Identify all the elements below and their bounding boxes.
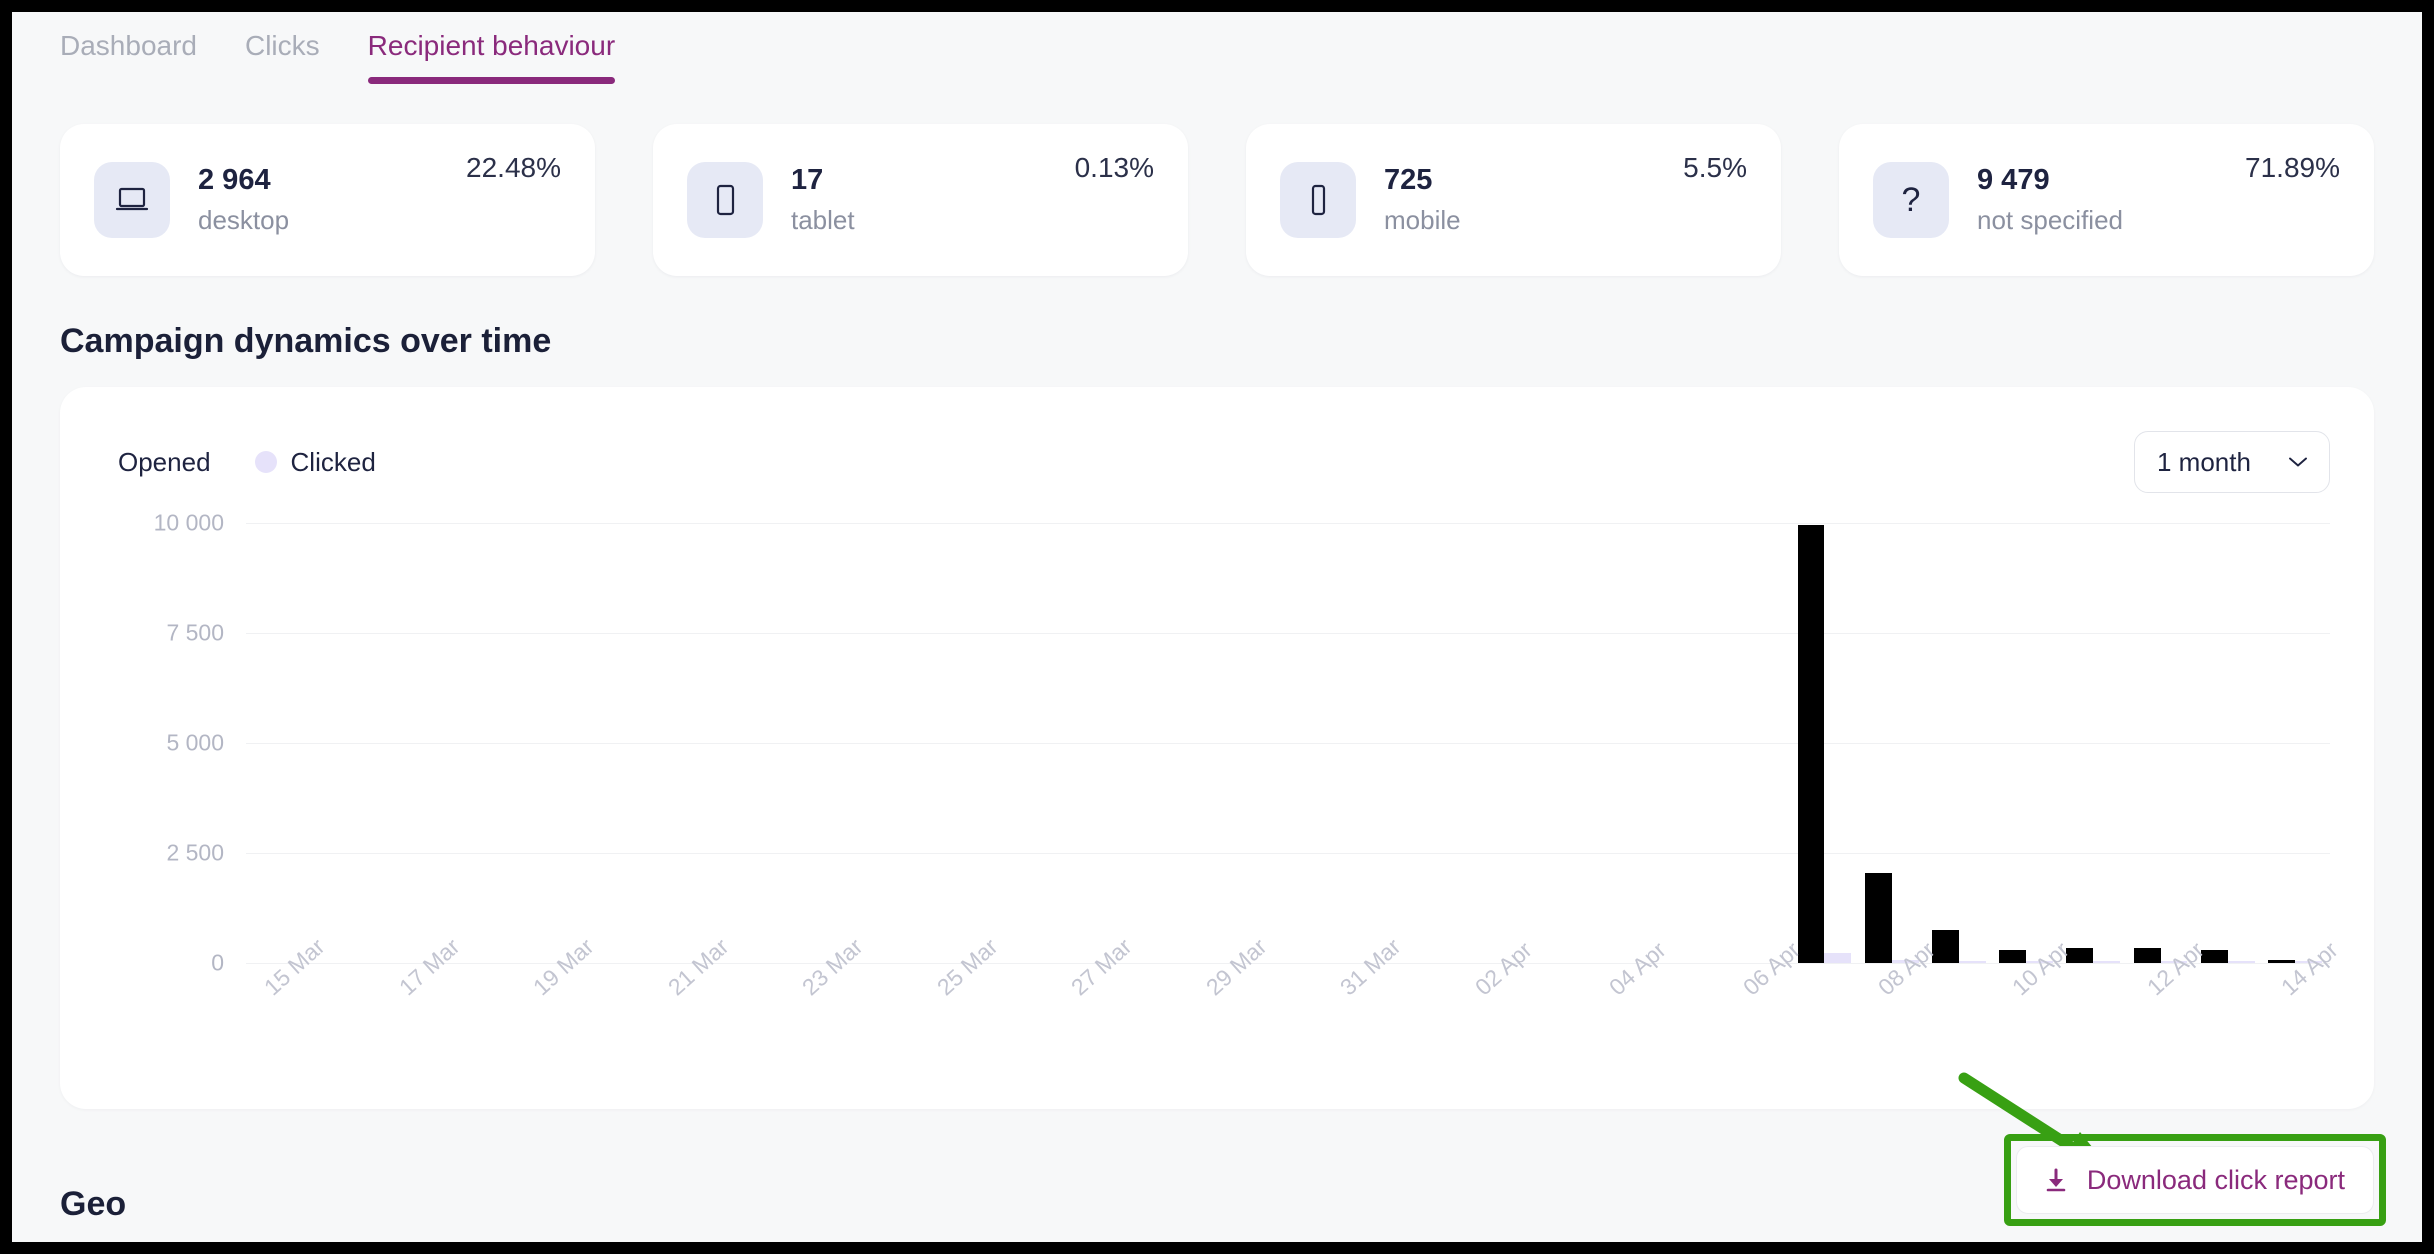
stat-card-mobile-value: 725	[1384, 164, 1433, 196]
stat-card-tablet-value: 17	[791, 164, 824, 196]
chart-plot-area: 02 500 5 000 7 500 10 000 15 Mar 17 Mar 19 Ma…	[104, 510, 2343, 1001]
laptop-icon	[94, 162, 170, 238]
legend-dot-clicked	[254, 451, 277, 473]
legend-label-opened: Opened	[118, 446, 211, 477]
chart-bar-opened	[1999, 949, 2027, 963]
period-select-value: 1 month	[2157, 446, 2251, 477]
question-mark-icon: ?	[1873, 162, 1949, 238]
stat-card-not-specified: ? 9 479 not specified 71.89%	[1839, 124, 2374, 276]
stat-card-mobile-text: 725 mobile	[1384, 164, 1461, 236]
chart-bar-clicked	[1958, 961, 1986, 963]
y-axis-labels: 0 2 500 5 000 7 500 10 000	[104, 510, 224, 976]
chart-bar-opened	[2133, 948, 2161, 963]
device-stat-cards: 2 964 desktop 22.48% 17 tablet 0.13% 725…	[12, 98, 2422, 276]
stat-card-desktop: 2 964 desktop 22.48%	[60, 124, 595, 276]
chart-bar-opened	[1864, 872, 1892, 963]
download-icon	[2046, 1168, 2066, 1192]
chart-bar-clicked	[1824, 952, 1852, 963]
stat-card-not-specified-value: 9 479	[1977, 164, 2050, 196]
x-axis-labels: 15 Mar 17 Mar 19 Mar 21 Mar 23 Mar 25 Mar 27 M…	[246, 933, 2343, 1087]
y-axis-tick-label: 2 500	[166, 839, 224, 866]
chart-legend: Opened Clicked	[104, 447, 376, 478]
stat-card-desktop-label: desktop	[198, 205, 290, 235]
legend-item-clicked[interactable]: Clicked	[254, 446, 376, 478]
legend-label-clicked: Clicked	[290, 446, 376, 477]
download-click-report-button[interactable]: Download click report	[2015, 1146, 2374, 1214]
tab-dashboard[interactable]: Dashboard	[60, 30, 197, 84]
stat-card-not-specified-label: not specified	[1977, 205, 2123, 235]
download-click-report-wrap: Download click report	[2003, 1134, 2386, 1226]
stat-card-not-specified-text: 9 479 not specified	[1977, 164, 2123, 236]
stat-card-tablet-percent: 0.13%	[1074, 152, 1154, 183]
chart-bar-clicked	[2093, 961, 2121, 963]
download-click-report-label: Download click report	[2086, 1164, 2345, 1195]
stat-card-desktop-percent: 22.48%	[466, 152, 561, 183]
chevron-down-icon	[2289, 457, 2307, 467]
stat-card-tablet-label: tablet	[791, 205, 855, 235]
campaign-chart-card: Opened Clicked 1 month 0 2 500 5 000 7 500 1…	[60, 387, 2374, 1109]
stat-card-not-specified-percent: 71.89%	[2245, 152, 2340, 183]
stat-card-tablet: 17 tablet 0.13%	[653, 124, 1188, 276]
chart-bar-opened	[1797, 525, 1825, 963]
stat-card-mobile-percent: 5.5%	[1683, 152, 1747, 183]
stat-card-mobile: 725 mobile 5.5%	[1246, 124, 1781, 276]
tab-dashboard-label: Dashboard	[60, 30, 197, 61]
y-axis-tick-label: 10 000	[153, 509, 224, 536]
y-axis-tick-label: 7 500	[166, 619, 224, 646]
legend-item-opened[interactable]: Opened	[104, 447, 211, 478]
campaign-section-title: Campaign dynamics over time	[60, 322, 552, 360]
tab-recipient-behaviour-label: Recipient behaviour	[367, 30, 616, 61]
stat-card-desktop-value: 2 964	[198, 164, 271, 196]
stat-card-desktop-text: 2 964 desktop	[198, 164, 289, 236]
tab-clicks-label: Clicks	[244, 30, 320, 61]
chart-header: Opened Clicked 1 month	[104, 431, 2330, 493]
app-viewport: Dashboard Clicks Recipient behaviour 2 9…	[12, 12, 2422, 1242]
chart-bar-opened	[2268, 960, 2296, 963]
geo-section-title: Geo	[60, 1185, 127, 1223]
tab-clicks[interactable]: Clicks	[245, 30, 320, 84]
stat-card-mobile-label: mobile	[1384, 205, 1461, 235]
chart-bar-clicked	[2227, 961, 2255, 963]
period-select[interactable]: 1 month	[2134, 431, 2330, 493]
chart-bars	[246, 523, 2330, 963]
y-axis-tick-label: 5 000	[166, 729, 224, 756]
tablet-icon	[687, 162, 763, 238]
tab-bar: Dashboard Clicks Recipient behaviour	[12, 12, 2422, 98]
y-axis-tick-label: 0	[211, 949, 224, 976]
stat-card-tablet-text: 17 tablet	[791, 164, 855, 236]
mobile-icon	[1280, 162, 1356, 238]
tab-recipient-behaviour[interactable]: Recipient behaviour	[367, 30, 616, 84]
